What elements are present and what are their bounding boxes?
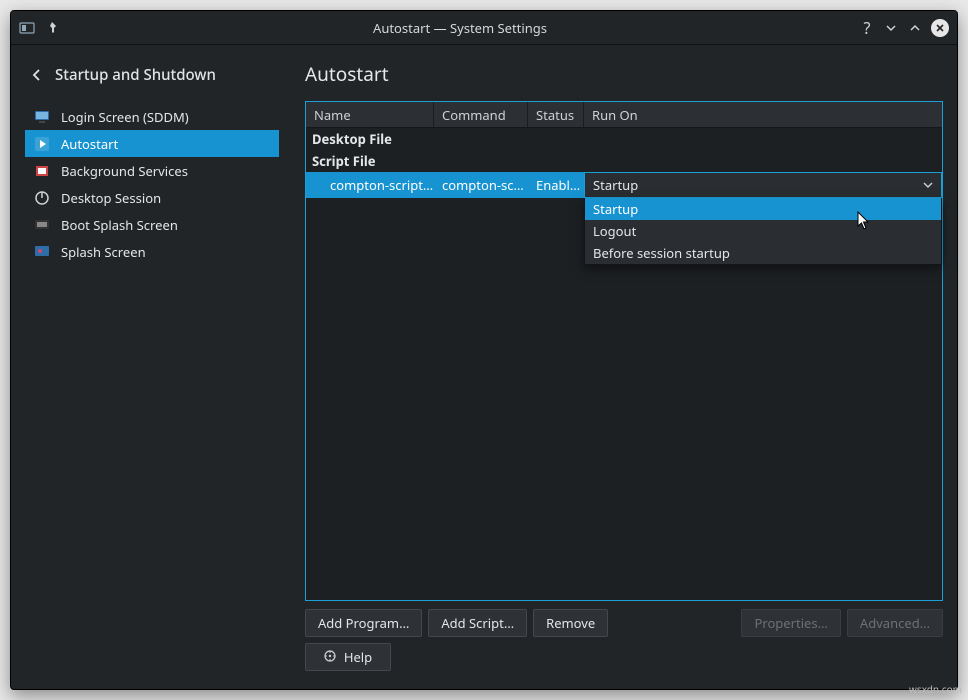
advanced-button: Advanced…: [847, 609, 943, 637]
app-icon: [19, 20, 35, 36]
cell-status[interactable]: Enabled: [528, 176, 584, 194]
sidebar-item-login-screen[interactable]: Login Screen (SDDM): [25, 103, 279, 130]
chevron-down-icon: [923, 176, 933, 194]
runon-selected-value: Startup: [593, 176, 638, 194]
sidebar-item-splash-screen[interactable]: Splash Screen: [25, 238, 279, 265]
autostart-table: Name Command Status Run On Desktop File …: [305, 101, 943, 601]
help-button[interactable]: Help: [305, 643, 391, 671]
help-button-icon: [324, 648, 336, 666]
minimize-icon[interactable]: [883, 20, 899, 36]
play-icon: [33, 135, 51, 153]
sidebar-item-background-services[interactable]: Background Services: [25, 157, 279, 184]
sidebar-back-header[interactable]: Startup and Shutdown: [25, 59, 279, 103]
splash-screen-icon: [33, 243, 51, 261]
main-panel: Autostart Name Command Status Run On Des…: [279, 59, 943, 671]
column-status[interactable]: Status: [528, 102, 584, 127]
help-button-label: Help: [344, 648, 372, 666]
section-desktop-file[interactable]: Desktop File: [306, 128, 942, 150]
sidebar-item-label: Login Screen (SDDM): [61, 108, 189, 126]
sidebar-item-label: Desktop Session: [61, 189, 161, 207]
runon-select[interactable]: Startup: [584, 172, 942, 198]
sidebar-item-label: Boot Splash Screen: [61, 216, 178, 234]
dropdown-item-before-session[interactable]: Before session startup: [585, 242, 941, 264]
window-frame: Autostart — System Settings ? Startup an…: [10, 10, 958, 690]
column-command[interactable]: Command: [434, 102, 528, 127]
table-row[interactable]: compton-script.sh compton-scri… Enabled …: [306, 172, 942, 198]
back-icon: [29, 67, 45, 83]
help-icon[interactable]: ?: [859, 20, 875, 36]
add-script-button[interactable]: Add Script…: [428, 609, 527, 637]
window-title: Autostart — System Settings: [61, 19, 859, 37]
page-title: Autostart: [305, 61, 943, 87]
maximize-icon[interactable]: [907, 20, 923, 36]
sidebar-item-boot-splash[interactable]: Boot Splash Screen: [25, 211, 279, 238]
cell-name: compton-script.sh: [306, 176, 434, 194]
cell-runon: Startup: [584, 172, 942, 198]
pin-icon[interactable]: [45, 20, 61, 36]
runon-dropdown: Startup Logout Before session startup: [584, 198, 942, 265]
sidebar-item-autostart[interactable]: Autostart: [25, 130, 279, 157]
sidebar-item-label: Autostart: [61, 135, 118, 153]
add-program-button[interactable]: Add Program…: [305, 609, 422, 637]
boot-splash-icon: [33, 216, 51, 234]
column-name[interactable]: Name: [306, 102, 434, 127]
monitor-icon: [33, 108, 51, 126]
dropdown-item-startup[interactable]: Startup: [585, 198, 941, 220]
sidebar-item-label: Background Services: [61, 162, 188, 180]
sidebar-item-label: Splash Screen: [61, 243, 146, 261]
cell-command: compton-scri…: [434, 176, 528, 194]
properties-button: Properties…: [741, 609, 840, 637]
section-script-file[interactable]: Script File: [306, 150, 942, 172]
action-buttons: Add Program… Add Script… Remove Properti…: [305, 609, 943, 637]
sidebar: Startup and Shutdown Login Screen (SDDM)…: [25, 59, 279, 671]
table-header: Name Command Status Run On: [306, 102, 942, 128]
remove-button[interactable]: Remove: [533, 609, 608, 637]
titlebar: Autostart — System Settings ?: [11, 11, 957, 45]
column-runon[interactable]: Run On: [584, 102, 942, 127]
dropdown-item-logout[interactable]: Logout: [585, 220, 941, 242]
background-services-icon: [33, 162, 51, 180]
sidebar-item-desktop-session[interactable]: Desktop Session: [25, 184, 279, 211]
close-icon[interactable]: [931, 19, 949, 37]
watermark: wsxdn.com: [909, 682, 962, 696]
sidebar-header-label: Startup and Shutdown: [55, 65, 216, 85]
power-icon: [33, 189, 51, 207]
